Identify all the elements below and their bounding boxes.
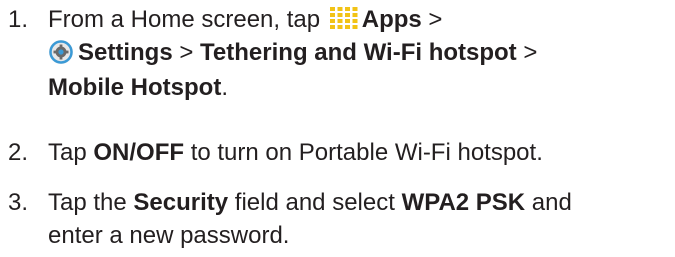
step-number: 2. <box>8 139 29 166</box>
step-2-line-1: Tap ON/OFF to turn on Portable Wi-Fi hot… <box>48 139 543 167</box>
step-text: > <box>516 39 538 66</box>
step-number: 1. <box>8 6 29 33</box>
step-number: 3. <box>8 189 29 216</box>
step-text: field and select <box>228 189 402 216</box>
step-text: and <box>525 189 572 216</box>
tethering-label: Tethering and Wi-Fi hotspot <box>200 39 517 66</box>
step-3-line-1: Tap the Security field and select WPA2 P… <box>48 189 572 217</box>
step-text: enter a new password. <box>48 222 290 249</box>
mobile-hotspot-label: Mobile Hotspot <box>48 74 222 101</box>
settings-gear-icon <box>49 40 73 64</box>
step-text: From a Home screen, tap <box>48 6 327 33</box>
settings-label: Settings <box>78 39 173 66</box>
apps-label: Apps <box>361 6 422 33</box>
step-text: Tap <box>48 139 94 166</box>
step-1-line-3: Mobile Hotspot. <box>48 74 228 102</box>
step-3-line-2: enter a new password. <box>48 222 289 250</box>
step-text: to turn on Portable Wi-Fi hotspot. <box>184 139 543 166</box>
wpa2-psk-label: WPA2 PSK <box>401 189 526 216</box>
apps-grid-icon <box>329 7 358 29</box>
step-1-line-2: Settings > Tethering and Wi-Fi hotspot > <box>48 39 537 67</box>
security-label: Security <box>133 189 229 216</box>
step-text: . <box>221 74 228 101</box>
step-text: > <box>421 6 443 33</box>
step-1-line-1: From a Home screen, tap Apps > <box>48 6 442 34</box>
step-text: Tap the <box>48 189 134 216</box>
on-off-label: ON/OFF <box>93 139 185 166</box>
step-text: > <box>172 39 201 66</box>
